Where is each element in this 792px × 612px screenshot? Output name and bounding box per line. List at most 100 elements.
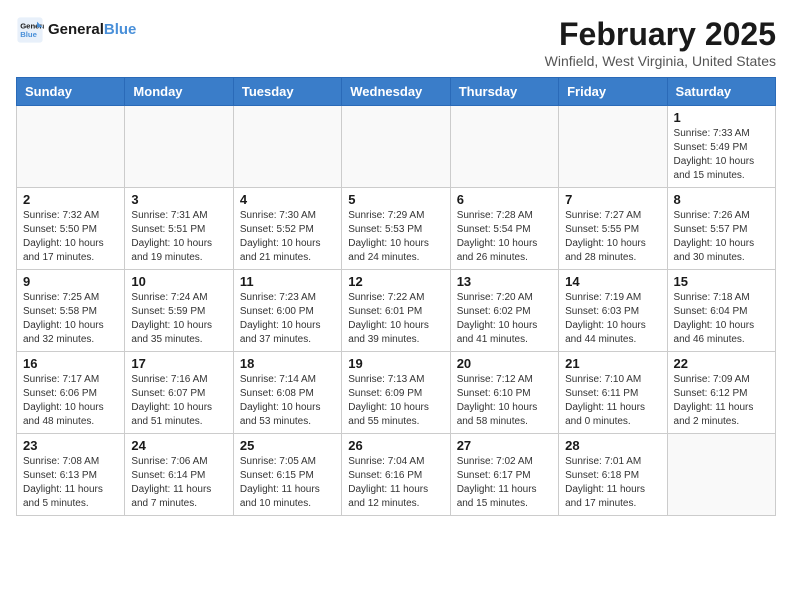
table-row: 19 Sunrise: 7:13 AM Sunset: 6:09 PM Dayli… [342,352,450,434]
logo-blue: Blue [104,21,137,38]
table-row [450,106,558,188]
table-row: 17 Sunrise: 7:16 AM Sunset: 6:07 PM Dayli… [125,352,233,434]
logo-icon: General Blue [16,16,44,44]
day-info: Sunrise: 7:20 AM Sunset: 6:02 PM Dayligh… [457,291,552,347]
day-number: 8 [674,192,769,207]
table-row: 11 Sunrise: 7:23 AM Sunset: 6:00 PM Dayli… [233,270,341,352]
day-info: Sunrise: 7:14 AM Sunset: 6:08 PM Dayligh… [240,373,335,429]
table-row: 5Sunrise: 7:29 AM Sunset: 5:53 PM Daylig… [342,188,450,270]
calendar-week-row: 23Sunrise: 7:08 AM Sunset: 6:13 PM Dayli… [17,434,776,516]
table-row: 6 Sunrise: 7:28 AM Sunset: 5:54 PM Daylig… [450,188,558,270]
table-row: 15Sunrise: 7:18 AM Sunset: 6:04 PM Dayli… [667,270,775,352]
day-info: Sunrise: 7:16 AM Sunset: 6:07 PM Dayligh… [131,373,226,429]
day-number: 17 [131,356,226,371]
table-row: 3Sunrise: 7:31 AM Sunset: 5:51 PM Daylig… [125,188,233,270]
table-row: 4 Sunrise: 7:30 AM Sunset: 5:52 PM Daylig… [233,188,341,270]
table-row: 8 Sunrise: 7:26 AM Sunset: 5:57 PM Daylig… [667,188,775,270]
table-row: 18 Sunrise: 7:14 AM Sunset: 6:08 PM Dayli… [233,352,341,434]
day-number: 14 [565,274,660,289]
table-row: 28 Sunrise: 7:01 AM Sunset: 6:18 PM Dayli… [559,434,667,516]
table-row: 26 Sunrise: 7:04 AM Sunset: 6:16 PM Dayli… [342,434,450,516]
day-number: 21 [565,356,660,371]
day-info: Sunrise: 7:29 AM Sunset: 5:53 PM Dayligh… [348,209,443,265]
col-friday: Friday [559,78,667,106]
day-info: Sunrise: 7:26 AM Sunset: 5:57 PM Dayligh… [674,209,769,265]
day-info: Sunrise: 7:02 AM Sunset: 6:17 PM Dayligh… [457,455,552,511]
day-number: 11 [240,274,335,289]
svg-text:Blue: Blue [20,30,37,39]
col-saturday: Saturday [667,78,775,106]
day-info: Sunrise: 7:18 AM Sunset: 6:04 PM Dayligh… [674,291,769,347]
day-info: Sunrise: 7:12 AM Sunset: 6:10 PM Dayligh… [457,373,552,429]
day-number: 18 [240,356,335,371]
table-row: 1 Sunrise: 7:33 AM Sunset: 5:49 PM Daylig… [667,106,775,188]
table-row [17,106,125,188]
table-row: 21Sunrise: 7:10 AM Sunset: 6:11 PM Dayli… [559,352,667,434]
day-number: 24 [131,438,226,453]
month-year-title: February 2025 [545,16,776,53]
table-row [667,434,775,516]
day-info: Sunrise: 7:33 AM Sunset: 5:49 PM Dayligh… [674,127,769,183]
day-info: Sunrise: 7:13 AM Sunset: 6:09 PM Dayligh… [348,373,443,429]
day-info: Sunrise: 7:32 AM Sunset: 5:50 PM Dayligh… [23,209,118,265]
calendar-week-row: 9Sunrise: 7:25 AM Sunset: 5:58 PM Daylig… [17,270,776,352]
day-number: 13 [457,274,552,289]
table-row: 10 Sunrise: 7:24 AM Sunset: 5:59 PM Dayli… [125,270,233,352]
table-row: 9Sunrise: 7:25 AM Sunset: 5:58 PM Daylig… [17,270,125,352]
table-row: 27 Sunrise: 7:02 AM Sunset: 6:17 PM Dayli… [450,434,558,516]
day-info: Sunrise: 7:05 AM Sunset: 6:15 PM Dayligh… [240,455,335,511]
table-row [125,106,233,188]
table-row: 25 Sunrise: 7:05 AM Sunset: 6:15 PM Dayli… [233,434,341,516]
day-info: Sunrise: 7:01 AM Sunset: 6:18 PM Dayligh… [565,455,660,511]
day-info: Sunrise: 7:09 AM Sunset: 6:12 PM Dayligh… [674,373,769,429]
day-info: Sunrise: 7:04 AM Sunset: 6:16 PM Dayligh… [348,455,443,511]
table-row [559,106,667,188]
day-number: 6 [457,192,552,207]
day-number: 12 [348,274,443,289]
logo-general: General [48,21,104,38]
day-info: Sunrise: 7:19 AM Sunset: 6:03 PM Dayligh… [565,291,660,347]
day-number: 7 [565,192,660,207]
day-info: Sunrise: 7:17 AM Sunset: 6:06 PM Dayligh… [23,373,118,429]
table-row [233,106,341,188]
table-row: 14 Sunrise: 7:19 AM Sunset: 6:03 PM Dayli… [559,270,667,352]
day-info: Sunrise: 7:22 AM Sunset: 6:01 PM Dayligh… [348,291,443,347]
day-number: 28 [565,438,660,453]
calendar-table: Sunday Monday Tuesday Wednesday Thursday… [16,77,776,516]
day-info: Sunrise: 7:23 AM Sunset: 6:00 PM Dayligh… [240,291,335,347]
col-wednesday: Wednesday [342,78,450,106]
logo: General Blue GeneralBlue [16,16,136,44]
table-row: 12 Sunrise: 7:22 AM Sunset: 6:01 PM Dayli… [342,270,450,352]
table-row: 16Sunrise: 7:17 AM Sunset: 6:06 PM Dayli… [17,352,125,434]
title-area: February 2025 Winfield, West Virginia, U… [545,16,776,69]
day-info: Sunrise: 7:28 AM Sunset: 5:54 PM Dayligh… [457,209,552,265]
day-info: Sunrise: 7:06 AM Sunset: 6:14 PM Dayligh… [131,455,226,511]
day-info: Sunrise: 7:24 AM Sunset: 5:59 PM Dayligh… [131,291,226,347]
col-tuesday: Tuesday [233,78,341,106]
calendar-week-row: 2 Sunrise: 7:32 AM Sunset: 5:50 PM Daylig… [17,188,776,270]
table-row: 20Sunrise: 7:12 AM Sunset: 6:10 PM Dayli… [450,352,558,434]
calendar-week-row: 16Sunrise: 7:17 AM Sunset: 6:06 PM Dayli… [17,352,776,434]
day-number: 2 [23,192,118,207]
day-info: Sunrise: 7:30 AM Sunset: 5:52 PM Dayligh… [240,209,335,265]
day-number: 19 [348,356,443,371]
calendar-header-row: Sunday Monday Tuesday Wednesday Thursday… [17,78,776,106]
day-number: 3 [131,192,226,207]
day-number: 25 [240,438,335,453]
page-header: General Blue GeneralBlue February 2025 W… [16,16,776,69]
day-number: 23 [23,438,118,453]
day-info: Sunrise: 7:27 AM Sunset: 5:55 PM Dayligh… [565,209,660,265]
day-number: 10 [131,274,226,289]
col-monday: Monday [125,78,233,106]
day-number: 26 [348,438,443,453]
table-row: 13 Sunrise: 7:20 AM Sunset: 6:02 PM Dayli… [450,270,558,352]
day-number: 27 [457,438,552,453]
col-sunday: Sunday [17,78,125,106]
table-row: 23Sunrise: 7:08 AM Sunset: 6:13 PM Dayli… [17,434,125,516]
day-number: 1 [674,110,769,125]
day-number: 4 [240,192,335,207]
day-number: 9 [23,274,118,289]
day-number: 22 [674,356,769,371]
col-thursday: Thursday [450,78,558,106]
table-row: 7 Sunrise: 7:27 AM Sunset: 5:55 PM Daylig… [559,188,667,270]
